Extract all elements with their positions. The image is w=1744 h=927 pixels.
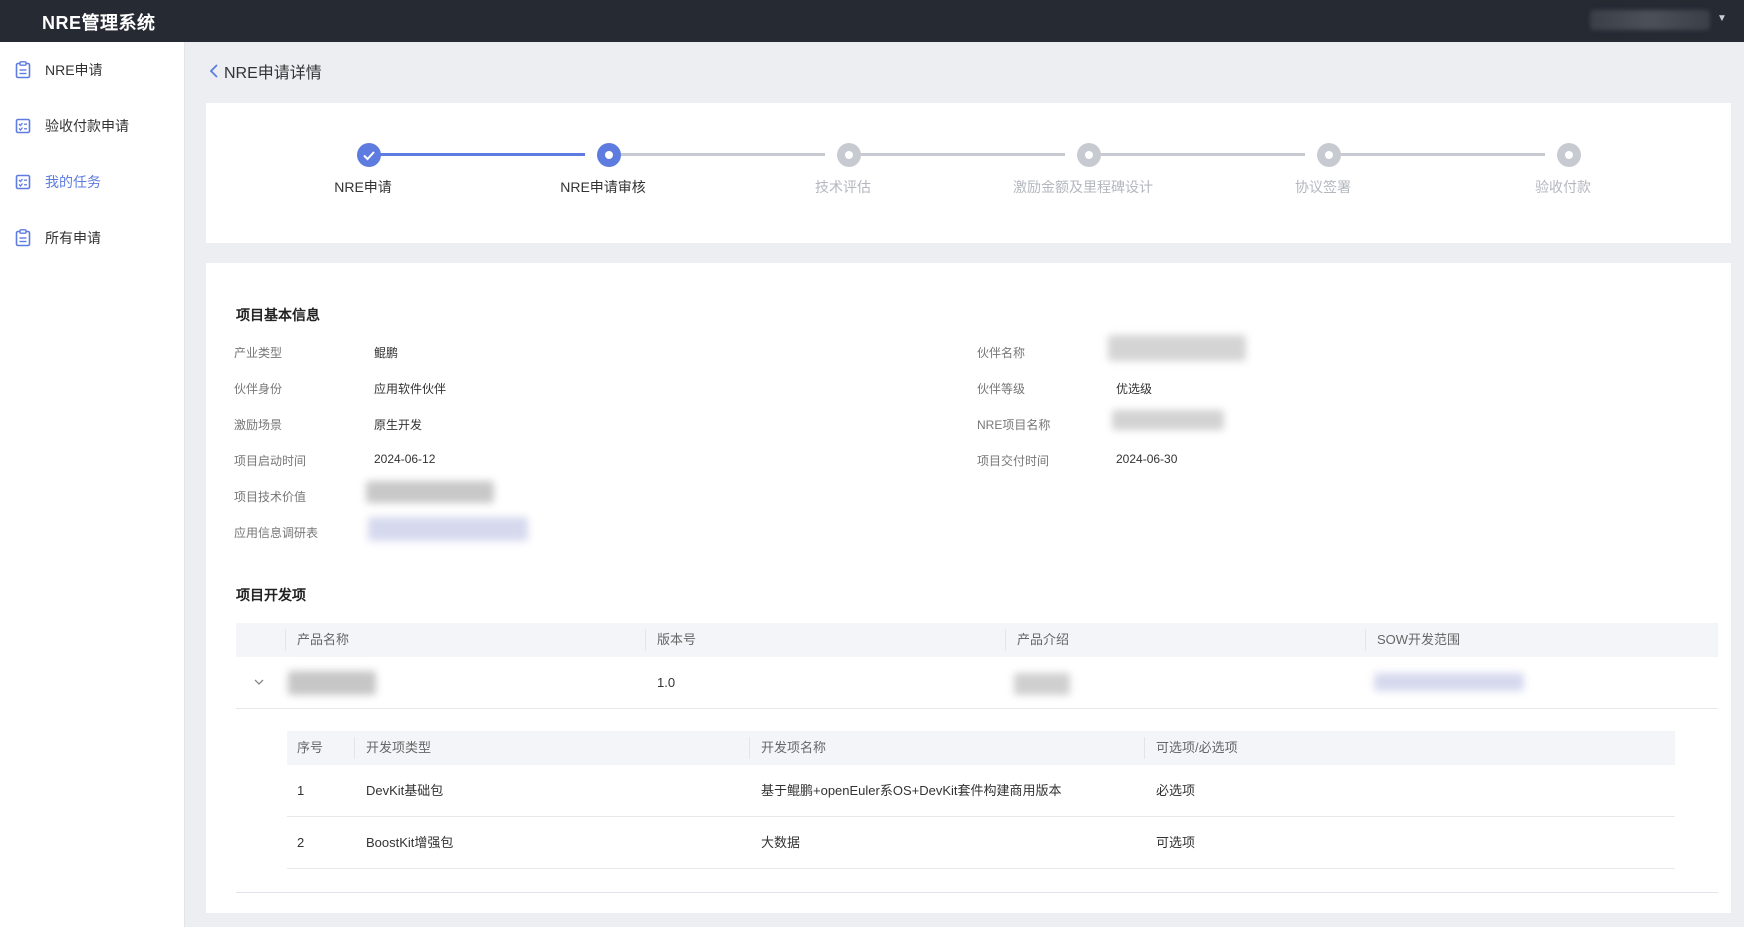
section-title: 项目开发项 <box>236 587 306 603</box>
progress-steps: NRE申请 NRE申请审核 技术评估 激励金额及里程碑设计 协议签署 验收付款 <box>206 103 1731 243</box>
chevron-down-icon[interactable] <box>252 675 266 689</box>
dev-item-name: 基于鲲鹏+openEuler系OS+DevKit套件构建商用版本 <box>761 783 1062 798</box>
sidebar-item-nre-apply[interactable]: NRE申请 <box>0 50 185 90</box>
redacted-product-name <box>288 671 376 695</box>
sidebar-item-all-applications[interactable]: 所有申请 <box>0 218 185 258</box>
field-value: 原生开发 <box>374 418 423 432</box>
caret-down-icon[interactable]: ▼ <box>1717 13 1727 24</box>
field-label: 伙伴身份 <box>234 382 283 396</box>
section-title: 项目基本信息 <box>236 307 320 323</box>
redacted-link[interactable] <box>368 517 528 541</box>
app-title: NRE管理系统 <box>42 13 156 33</box>
sub-table-row: 1 DevKit基础包 基于鲲鹏+openEuler系OS+DevKit套件构建… <box>287 765 1675 817</box>
field-value: 应用软件伙伴 <box>374 382 447 396</box>
step-pending-marker <box>1077 143 1101 167</box>
step-label: 协议签署 <box>1295 179 1351 195</box>
field-value: 2024-06-30 <box>1116 452 1178 466</box>
redacted-sow-scope <box>1374 673 1524 691</box>
chevron-left-icon[interactable] <box>208 63 220 79</box>
row-number: 2 <box>297 835 305 850</box>
field-value: 鲲鹏 <box>374 346 399 360</box>
redacted-value <box>1108 335 1246 361</box>
column-header: 开发项名称 <box>761 740 827 755</box>
field-value: 优选级 <box>1116 382 1153 396</box>
sidebar-item-acceptance-payment[interactable]: 验收付款申请 <box>0 106 185 146</box>
field-label: 项目技术价值 <box>234 490 307 504</box>
top-bar: NRE管理系统 ▼ <box>0 0 1744 42</box>
sub-table-header: 序号 开发项类型 开发项名称 可选项/必选项 <box>287 731 1675 765</box>
clipboard-icon <box>15 229 31 247</box>
step-connector <box>1329 153 1545 156</box>
field-label: NRE项目名称 <box>977 418 1051 432</box>
step-label: NRE申请 <box>334 179 392 195</box>
row-number: 1 <box>297 783 305 798</box>
sidebar-item-label: NRE申请 <box>45 62 103 78</box>
sub-table-row: 2 BoostKit增强包 大数据 可选项 <box>287 817 1675 869</box>
column-header: 产品名称 <box>297 632 350 647</box>
field-label: 激励场景 <box>234 418 283 432</box>
step-pending-marker <box>1317 143 1341 167</box>
step-label: 验收付款 <box>1535 179 1591 195</box>
back-link[interactable]: NRE申请详情 <box>208 60 322 82</box>
detail-card: 项目基本信息 产业类型 鲲鹏 伙伴身份 应用软件伙伴 激励场景 原生开发 项目启… <box>206 263 1731 913</box>
sidebar-item-my-tasks[interactable]: 我的任务 <box>0 162 185 202</box>
field-label: 产业类型 <box>234 346 283 360</box>
column-header: 序号 <box>297 740 324 755</box>
step-connector <box>369 153 585 156</box>
sidebar-item-label: 验收付款申请 <box>45 118 129 134</box>
step-connector <box>609 153 825 156</box>
redacted-value <box>366 481 494 503</box>
page-title: NRE申请详情 <box>224 65 322 82</box>
step-current-marker <box>597 143 621 167</box>
redacted-product-intro <box>1014 673 1070 695</box>
clipboard-icon <box>15 61 31 79</box>
table-bottom-border <box>236 892 1718 893</box>
step-pending-marker <box>837 143 861 167</box>
table-row: 1.0 <box>236 657 1718 709</box>
step-label: 激励金额及里程碑设计 <box>1013 179 1153 195</box>
sidebar-item-label: 我的任务 <box>45 174 101 190</box>
user-menu[interactable] <box>1590 10 1710 30</box>
column-header: 可选项/必选项 <box>1156 740 1238 755</box>
step-connector <box>849 153 1065 156</box>
field-label: 伙伴名称 <box>977 346 1026 360</box>
check-icon <box>363 151 375 161</box>
column-header: SOW开发范围 <box>1377 632 1461 647</box>
dev-item-required: 可选项 <box>1156 835 1196 850</box>
field-label: 项目启动时间 <box>234 454 307 468</box>
sidebar-item-label: 所有申请 <box>45 230 101 246</box>
step-label: NRE申请审核 <box>560 179 646 195</box>
column-header: 版本号 <box>657 632 697 647</box>
redacted-value <box>1112 410 1224 430</box>
step-pending-marker <box>1557 143 1581 167</box>
field-label: 伙伴等级 <box>977 382 1026 396</box>
step-done-marker <box>357 143 381 167</box>
step-connector <box>1089 153 1305 156</box>
field-label: 项目交付时间 <box>977 454 1050 468</box>
checklist-icon <box>15 174 31 190</box>
version-cell: 1.0 <box>657 675 676 690</box>
column-header: 开发项类型 <box>366 740 432 755</box>
column-header: 产品介绍 <box>1017 632 1070 647</box>
step-label: 技术评估 <box>815 179 871 195</box>
dev-item-type: DevKit基础包 <box>366 783 444 798</box>
dev-item-name: 大数据 <box>761 835 801 850</box>
sidebar: NRE申请 验收付款申请 我的任务 所有申请 <box>0 42 185 927</box>
table-header: 产品名称 版本号 产品介绍 SOW开发范围 <box>236 623 1718 657</box>
dev-item-required: 必选项 <box>1156 783 1196 798</box>
field-label: 应用信息调研表 <box>234 526 319 540</box>
field-value: 2024-06-12 <box>374 452 436 466</box>
checklist-icon <box>15 118 31 134</box>
dev-item-type: BoostKit增强包 <box>366 835 454 850</box>
